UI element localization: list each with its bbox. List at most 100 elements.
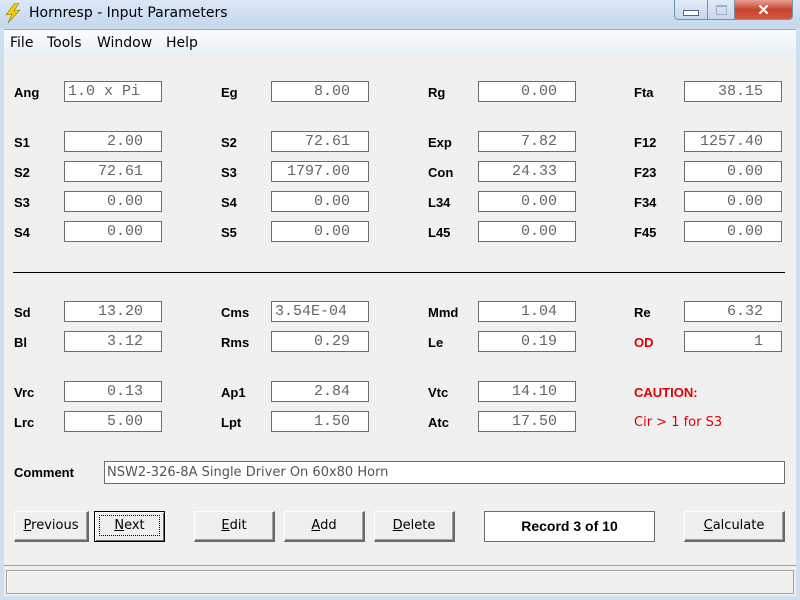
field-f45[interactable]: 0.00 [684, 221, 782, 242]
edit-button[interactable]: Edit [194, 511, 275, 542]
label-sd: Sd [14, 305, 31, 320]
label-ang: Ang [14, 85, 40, 100]
label-rg: Rg [428, 85, 446, 100]
input-parameters-form: Ang 1.0 x Pi Eg 8.00 Rg 0.00 Fta 38.15 S… [4, 56, 796, 596]
menu-bar: File Tools Window Help [4, 29, 796, 56]
menu-file[interactable]: File [10, 35, 33, 51]
label-rms: Rms [221, 335, 250, 350]
menu-window[interactable]: Window [97, 35, 152, 51]
field-s2-seg2[interactable]: 72.61 [64, 161, 162, 182]
window-title: Hornresp - Input Parameters [29, 5, 228, 21]
field-s3[interactable]: 1797.00 [271, 161, 369, 182]
label-re: Re [634, 305, 651, 320]
next-label: Next [99, 515, 160, 536]
label-s3: S3 [221, 165, 237, 180]
field-s3-seg3[interactable]: 0.00 [64, 191, 162, 212]
label-s4-seg4: S4 [14, 225, 30, 240]
field-s2[interactable]: 72.61 [271, 131, 369, 152]
field-f34[interactable]: 0.00 [684, 191, 782, 212]
previous-label: revious [31, 518, 79, 533]
calculate-accel: C [703, 518, 713, 533]
field-s4-seg4[interactable]: 0.00 [64, 221, 162, 242]
field-f12[interactable]: 1257.40 [684, 131, 782, 152]
field-rg[interactable]: 0.00 [478, 81, 576, 102]
label-atc: Atc [428, 415, 449, 430]
field-lrc[interactable]: 5.00 [64, 411, 162, 432]
label-exp: Exp [428, 135, 452, 150]
label-s4: S4 [221, 195, 237, 210]
maximize-icon [715, 4, 727, 15]
label-s5: S5 [221, 225, 237, 240]
label-s3-seg3: S3 [14, 195, 30, 210]
delete-label: elete [402, 518, 436, 533]
label-comment: Comment [14, 465, 74, 480]
label-f12: F12 [634, 135, 657, 150]
field-l34[interactable]: 0.00 [478, 191, 576, 212]
field-s4[interactable]: 0.00 [271, 191, 369, 212]
field-f23[interactable]: 0.00 [684, 161, 782, 182]
menu-tools[interactable]: Tools [47, 35, 82, 51]
label-cms: Cms [221, 305, 250, 320]
field-l45[interactable]: 0.00 [478, 221, 576, 242]
calculate-label: alculate [712, 518, 765, 533]
add-button[interactable]: Add [284, 511, 365, 542]
next-label-rest: ext [124, 518, 145, 533]
field-s1[interactable]: 2.00 [64, 131, 162, 152]
label-lpt: Lpt [221, 415, 242, 430]
label-bl: Bl [14, 335, 27, 350]
field-con[interactable]: 24.33 [478, 161, 576, 182]
edit-accel: E [221, 518, 230, 533]
field-le[interactable]: 0.19 [478, 331, 576, 352]
label-eg: Eg [221, 85, 238, 100]
caution-message: Cir > 1 for S3 [634, 415, 723, 430]
minimize-button[interactable] [674, 0, 708, 20]
field-lpt[interactable]: 1.50 [271, 411, 369, 432]
field-od[interactable]: 1 [684, 331, 782, 352]
previous-button[interactable]: Previous [14, 511, 89, 542]
calculate-button[interactable]: Calculate [684, 511, 785, 542]
field-sd[interactable]: 13.20 [64, 301, 162, 322]
field-ap1[interactable]: 2.84 [271, 381, 369, 402]
label-con: Con [428, 165, 454, 180]
maximize-button[interactable] [708, 0, 735, 20]
label-f34: F34 [634, 195, 657, 210]
comment-field[interactable]: NSW2-326-8A Single Driver On 60x80 Horn [104, 461, 785, 484]
label-s2-seg2: S2 [14, 165, 30, 180]
field-vrc[interactable]: 0.13 [64, 381, 162, 402]
field-s5[interactable]: 0.00 [271, 221, 369, 242]
label-le: Le [428, 335, 444, 350]
label-mmd: Mmd [428, 305, 459, 320]
label-fta: Fta [634, 85, 654, 100]
field-cms[interactable]: 3.54E-04 [271, 301, 369, 322]
label-l45: L45 [428, 225, 451, 240]
next-accel: N [114, 518, 125, 533]
field-bl[interactable]: 3.12 [64, 331, 162, 352]
title-bar: Hornresp - Input Parameters ✕ [0, 0, 800, 28]
field-mmd[interactable]: 1.04 [478, 301, 576, 322]
menu-help[interactable]: Help [166, 35, 198, 51]
label-s2: S2 [221, 135, 237, 150]
status-bar [6, 570, 794, 594]
close-button[interactable]: ✕ [735, 0, 793, 20]
close-icon: ✕ [757, 1, 770, 19]
add-accel: A [311, 518, 321, 533]
label-f45: F45 [634, 225, 657, 240]
label-vrc: Vrc [14, 385, 35, 400]
field-eg[interactable]: 8.00 [271, 81, 369, 102]
delete-button[interactable]: Delete [374, 511, 455, 542]
field-re[interactable]: 6.32 [684, 301, 782, 322]
previous-accel: P [23, 518, 32, 533]
label-vtc: Vtc [428, 385, 449, 400]
minimize-icon [683, 9, 699, 16]
field-atc[interactable]: 17.50 [478, 411, 576, 432]
field-rms[interactable]: 0.29 [271, 331, 369, 352]
field-ang[interactable]: 1.0 x Pi [64, 81, 162, 102]
field-fta[interactable]: 38.15 [684, 81, 782, 102]
add-label: dd [320, 518, 337, 533]
next-button[interactable]: Next [94, 511, 165, 542]
label-ap1: Ap1 [221, 385, 246, 400]
field-vtc[interactable]: 14.10 [478, 381, 576, 402]
record-indicator: Record 3 of 10 [484, 511, 655, 542]
section-divider [13, 272, 785, 273]
field-exp[interactable]: 7.82 [478, 131, 576, 152]
